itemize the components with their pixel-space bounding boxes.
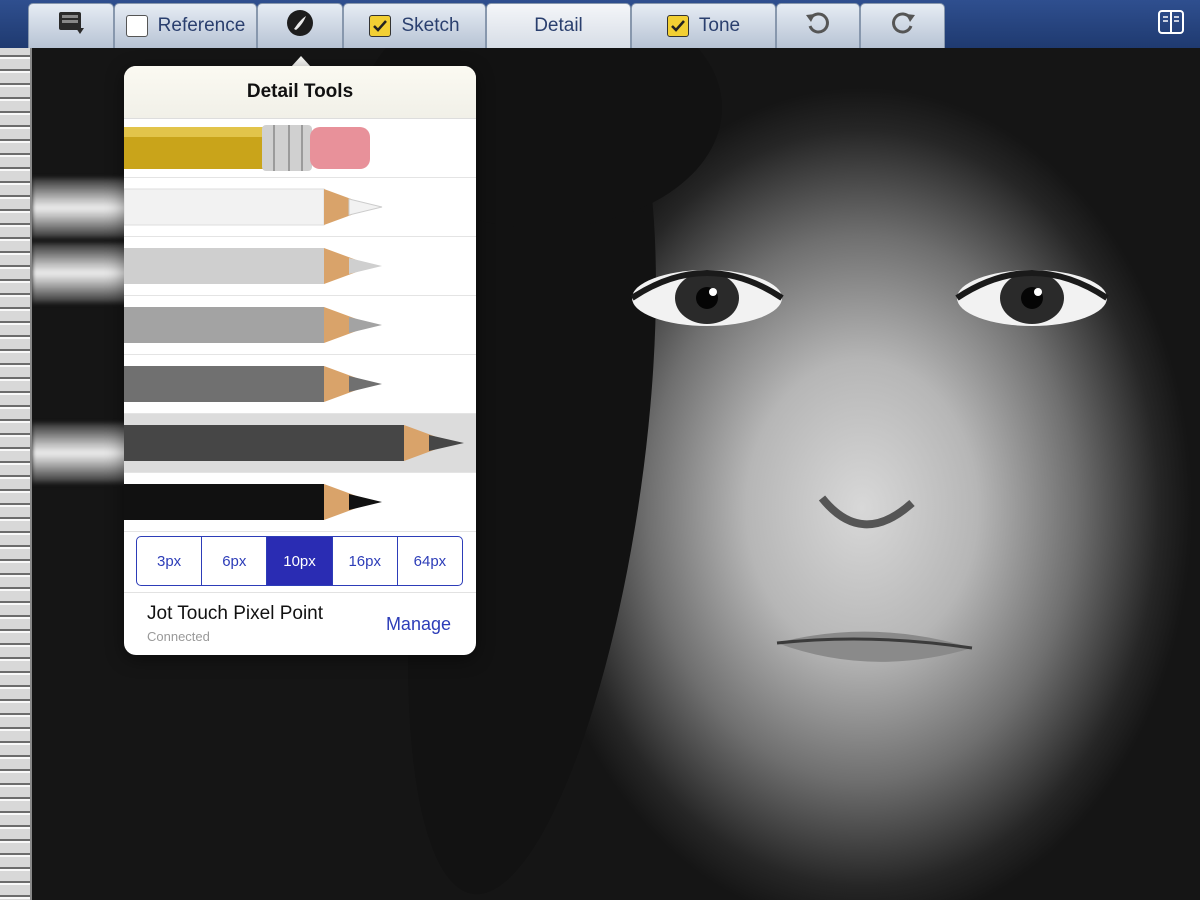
tab-sketch[interactable]: Sketch	[343, 3, 486, 48]
tool-row-pencil-charcoal[interactable]	[124, 414, 476, 473]
tab-reference[interactable]: Reference	[114, 3, 257, 48]
undo-button[interactable]	[776, 3, 860, 48]
device-name: Jot Touch Pixel Point	[147, 603, 324, 624]
manage-button[interactable]: Manage	[386, 614, 451, 635]
size-10px-button[interactable]: 10px	[267, 537, 333, 585]
tab-tone[interactable]: Tone	[631, 3, 776, 48]
tab-notebook[interactable]	[28, 3, 114, 48]
undo-icon	[804, 9, 832, 43]
top-toolbar: Reference Sketch Detail Tone	[0, 0, 1200, 49]
device-status: Connected	[147, 629, 210, 644]
brush-icon	[285, 8, 315, 44]
tab-sketch-label: Sketch	[401, 15, 460, 36]
size-6px-button[interactable]: 6px	[202, 537, 268, 585]
white-pencil-icon	[124, 188, 383, 226]
tool-row-pencil-white[interactable]	[124, 178, 476, 237]
layers-panel-icon	[1157, 9, 1185, 40]
eraser-pencil-icon	[124, 125, 370, 171]
tone-checkbox[interactable]	[666, 15, 689, 37]
charcoal-pencil-icon	[124, 425, 464, 461]
tool-row-eraser[interactable]	[124, 119, 476, 178]
tool-row-pencil-gray[interactable]	[124, 296, 476, 355]
tool-row-pencil-black[interactable]	[124, 473, 476, 532]
detail-tools-popover: Detail Tools 3px 6px 10px 16px 64px Jot …	[124, 66, 476, 655]
size-16px-button[interactable]: 16px	[333, 537, 398, 585]
redo-icon	[889, 9, 917, 43]
brush-size-selector: 3px 6px 10px 16px 64px	[136, 536, 463, 586]
light-gray-pencil-icon	[124, 248, 382, 284]
black-pencil-icon	[124, 484, 382, 520]
layers-panel-button[interactable]	[1142, 0, 1200, 48]
tool-row-pencil-light-gray[interactable]	[124, 237, 476, 296]
reference-checkbox[interactable]	[125, 15, 148, 37]
tab-detail-label: Detail	[534, 15, 583, 36]
size-64px-button[interactable]: 64px	[398, 537, 462, 585]
gray-pencil-icon	[124, 307, 382, 343]
tab-reference-label: Reference	[157, 15, 246, 36]
popover-title: Detail Tools	[124, 66, 476, 119]
spiral-binding	[0, 48, 32, 900]
tab-brushes[interactable]	[257, 3, 343, 48]
sketch-checkbox[interactable]	[369, 15, 392, 37]
tab-tone-label: Tone	[698, 15, 741, 36]
tab-detail[interactable]: Detail	[486, 3, 631, 48]
portrait-face	[630, 270, 1109, 662]
notebook-icon	[56, 10, 86, 42]
tool-row-pencil-dark-gray[interactable]	[124, 355, 476, 414]
size-3px-button[interactable]: 3px	[137, 537, 203, 585]
redo-button[interactable]	[860, 3, 945, 48]
dark-gray-pencil-icon	[124, 366, 382, 402]
stylus-device-row: Jot Touch Pixel Point Connected Manage	[124, 592, 476, 655]
